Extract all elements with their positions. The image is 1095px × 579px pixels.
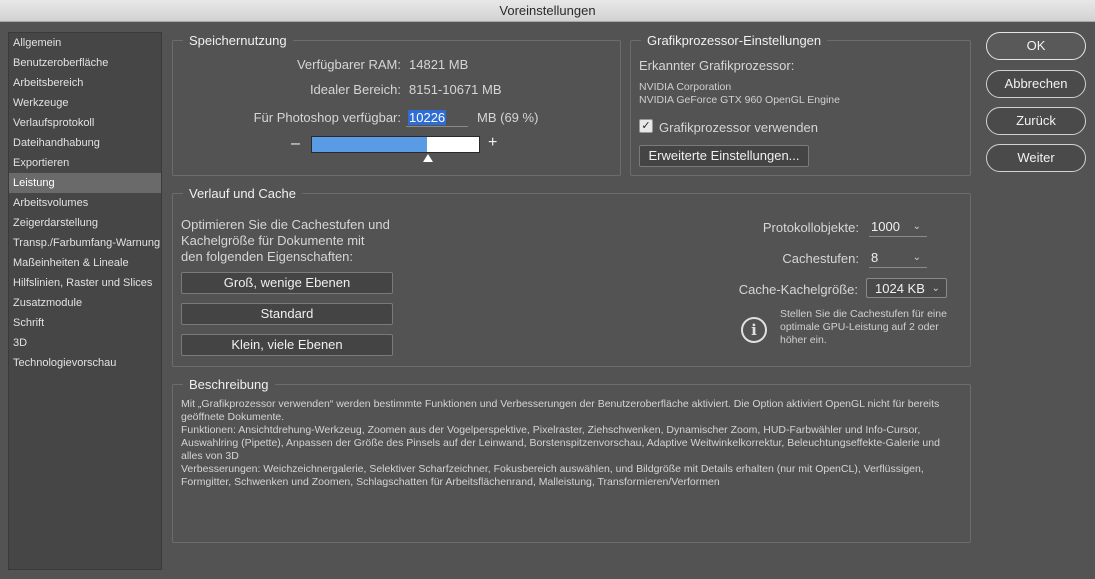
ideal-range-label: Idealer Bereich: <box>309 82 401 97</box>
sidebar-list: Allgemein Benutzeroberfläche Arbeitsbereic… <box>9 33 161 373</box>
ram-increase-icon[interactable]: + <box>488 134 497 152</box>
back-button[interactable]: Zurück <box>986 107 1086 135</box>
sidebar-item-werkzeuge[interactable]: Werkzeuge <box>9 93 161 113</box>
sidebar-item-dateihandhabung[interactable]: Dateihandhabung <box>9 133 161 153</box>
ram-slider-thumb[interactable] <box>422 154 433 162</box>
sidebar-item-maßeinheiten-lineale[interactable]: Maßeinheiten & Lineale <box>9 253 161 273</box>
ideal-range-value: 8151-10671 MB <box>409 82 502 97</box>
sidebar-item-schrift[interactable]: Schrift <box>9 313 161 333</box>
description-line: Funktionen: Ansichtdrehung-Werkzeug, Zoo… <box>181 424 940 462</box>
sidebar-item-zusatzmodule[interactable]: Zusatzmodule <box>9 293 161 313</box>
ram-decrease-icon[interactable]: – <box>291 135 300 153</box>
history-states-dropdown[interactable]: 1000 ⌄ <box>869 217 927 237</box>
sidebar-item-allgemein[interactable]: Allgemein <box>9 33 161 53</box>
memory-usage-title: Speichernutzung <box>183 33 293 49</box>
photoshop-ram-value: 10226 <box>408 110 447 125</box>
sidebar-item-arbeitsbereich[interactable]: Arbeitsbereich <box>9 73 161 93</box>
available-ram-label: Verfügbarer RAM: <box>296 57 401 72</box>
optimize-text-line-2: Kachelgröße für Dokumente mit <box>181 233 365 248</box>
ram-slider-fill <box>312 137 428 152</box>
ram-slider-track[interactable] <box>311 136 480 153</box>
sidebar-item-arbeitsvolumes[interactable]: Arbeitsvolumes <box>9 193 161 213</box>
history-cache-title: Verlauf und Cache <box>183 186 302 202</box>
window-title: Voreinstellungen <box>499 3 596 18</box>
sidebar-item-verlaufsprotokoll[interactable]: Verlaufsprotokoll <box>9 113 161 133</box>
chevron-down-icon: ⌄ <box>931 283 940 294</box>
gpu-cache-hint-line-2: optimale GPU-Leistung auf 2 oder <box>780 321 939 333</box>
advanced-settings-button[interactable]: Erweiterte Einstellungen... <box>639 145 809 167</box>
photoshop-ram-input[interactable]: 10226 <box>406 108 468 127</box>
chevron-down-icon: ⌄ <box>912 252 921 263</box>
sidebar-item-leistung[interactable]: Leistung <box>9 173 161 193</box>
preset-small-button[interactable]: Klein, viele Ebenen <box>181 334 393 356</box>
cache-tile-size-dropdown[interactable]: 1024 KB ⌄ <box>866 278 947 298</box>
sidebar-item-exportieren[interactable]: Exportieren <box>9 153 161 173</box>
photoshop-ram-label: Für Photoshop verfügbar: <box>253 110 401 125</box>
gpu-cache-hint-line-3: höher ein. <box>780 334 827 346</box>
ram-unit-percent: MB (69 %) <box>477 110 539 125</box>
optimize-text-line-3: den folgenden Eigenschaften: <box>181 249 354 264</box>
sidebar-item-hilfslinien-raster-und-slices[interactable]: Hilfslinien, Raster und Slices <box>9 273 161 293</box>
sidebar-item-technologievorschau[interactable]: Technologievorschau <box>9 353 161 373</box>
sidebar-item-transp-farbumfang-warnung[interactable]: Transp./Farbumfang-Warnung <box>9 233 161 253</box>
info-icon: i <box>741 317 767 343</box>
chevron-down-icon: ⌄ <box>912 221 921 232</box>
description-title: Beschreibung <box>183 377 275 393</box>
window-title-bar: Voreinstellungen <box>0 0 1095 22</box>
cancel-button[interactable]: Abbrechen <box>986 70 1086 98</box>
sidebar-item-benutzeroberfläche[interactable]: Benutzeroberfläche <box>9 53 161 73</box>
gpu-cache-hint-line-1: Stellen Sie die Cachestufen für eine <box>780 308 947 320</box>
cache-levels-label: Cachestufen: <box>782 251 859 266</box>
preset-large-button[interactable]: Groß, wenige Ebenen <box>181 272 393 294</box>
detected-gpu-label: Erkannter Grafikprozessor: <box>639 58 795 73</box>
optimize-text-line-1: Optimieren Sie die Cachestufen und <box>181 217 390 232</box>
available-ram-value: 14821 MB <box>409 57 469 72</box>
gpu-vendor: NVIDIA Corporation <box>639 81 732 93</box>
sidebar-item-3d[interactable]: 3D <box>9 333 161 353</box>
gpu-model: NVIDIA GeForce GTX 960 OpenGL Engine <box>639 94 840 106</box>
description-text: Mit „Grafikprozessor verwenden“ werden b… <box>181 398 961 489</box>
cache-tile-size-value: 1024 KB <box>875 281 925 296</box>
sidebar-item-zeigerdarstellung[interactable]: Zeigerdarstellung <box>9 213 161 233</box>
cache-levels-dropdown[interactable]: 8 ⌄ <box>869 248 927 268</box>
next-button[interactable]: Weiter <box>986 144 1086 172</box>
use-gpu-checkbox[interactable]: ✓ <box>639 119 653 133</box>
history-states-label: Protokollobjekte: <box>762 220 859 235</box>
gpu-settings-title: Grafikprozessor-Einstellungen <box>641 33 828 49</box>
preferences-sidebar: Allgemein Benutzeroberfläche Arbeitsbereic… <box>8 32 162 570</box>
description-line: Verbesserungen: Weichzeichnergalerie, Se… <box>181 463 924 488</box>
description-line: Mit „Grafikprozessor verwenden“ werden b… <box>181 398 940 423</box>
cache-levels-value: 8 <box>871 250 879 265</box>
preset-standard-button[interactable]: Standard <box>181 303 393 325</box>
use-gpu-label: Grafikprozessor verwenden <box>659 120 818 135</box>
history-states-value: 1000 <box>871 219 900 234</box>
ok-button[interactable]: OK <box>986 32 1086 60</box>
cache-tile-size-label: Cache-Kachelgröße: <box>738 282 858 297</box>
